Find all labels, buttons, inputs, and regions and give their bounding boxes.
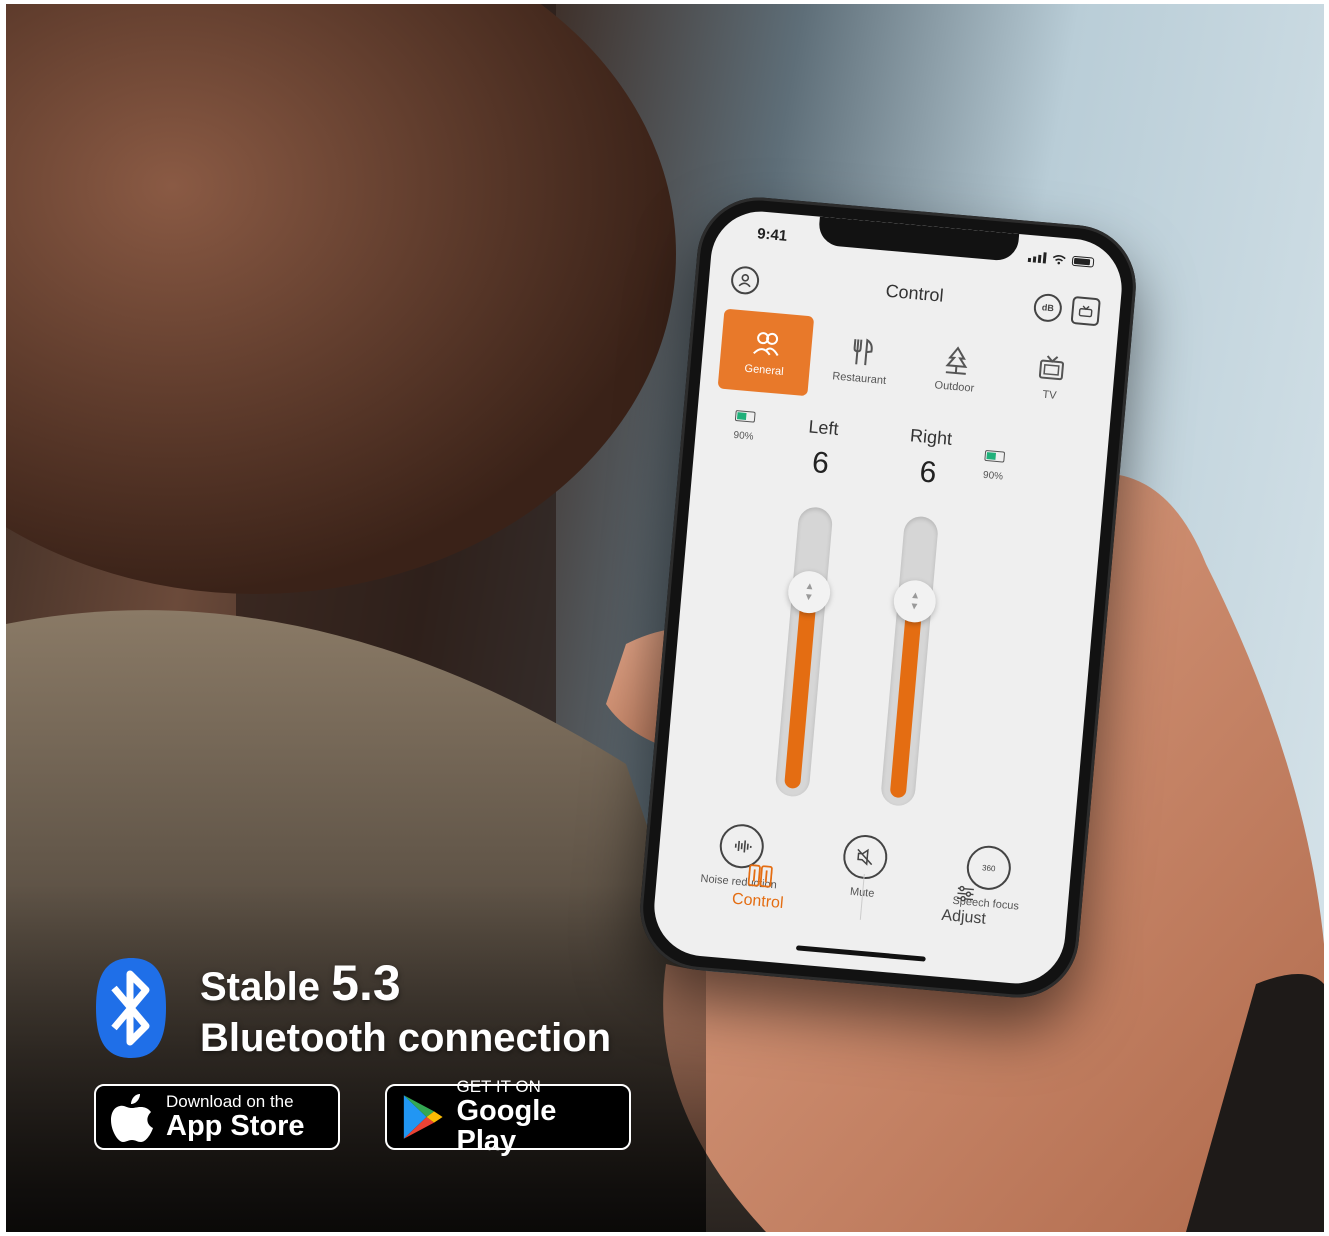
right-volume-slider[interactable]: ▲ ▼ xyxy=(879,515,940,808)
right-slider-fill xyxy=(889,600,923,799)
control-icon xyxy=(747,864,773,888)
left-slider-handle[interactable]: ▲ ▼ xyxy=(786,569,832,615)
headline-prefix: Stable xyxy=(200,965,332,1009)
mode-label: Restaurant xyxy=(831,370,887,387)
phone: 9:41 Control dB General Restaurant Outdo… xyxy=(635,192,1141,1003)
mode-label: TV xyxy=(1041,388,1058,402)
360-icon-text: 360 xyxy=(981,862,996,873)
left-volume-value: 6 xyxy=(810,445,831,481)
google-play-big: Google Play xyxy=(456,1095,557,1157)
mode-outdoor[interactable]: Outdoor xyxy=(908,325,1004,412)
headline-line2: Bluetooth connection xyxy=(200,1016,612,1060)
wifi-icon xyxy=(1052,254,1066,264)
mode-label: Outdoor xyxy=(934,379,975,395)
app-store-big: App Store xyxy=(166,1110,305,1142)
app-store-small: Download on the xyxy=(166,1092,294,1111)
bluetooth-version: 5.3 xyxy=(331,955,401,1011)
mode-label: General xyxy=(744,362,785,379)
tab-label: Adjust xyxy=(940,906,987,928)
google-play-small: GET IT ON xyxy=(456,1077,541,1096)
mode-tv[interactable]: TV xyxy=(1003,334,1099,421)
photo-scene: 9:41 Control dB General Restaurant Outdo… xyxy=(6,4,1324,1232)
battery-icon xyxy=(984,449,1006,463)
cellular-signal-icon xyxy=(1027,251,1047,264)
left-slider-fill xyxy=(784,591,818,790)
bluetooth-icon xyxy=(96,958,166,1058)
right-side: Right 6 xyxy=(882,423,977,494)
right-battery: 90% xyxy=(963,448,1025,484)
mode-general[interactable]: General xyxy=(717,308,814,397)
left-battery: 90% xyxy=(713,408,775,444)
home-indicator xyxy=(795,945,926,962)
mode-tabs: General Restaurant Outdoor TV xyxy=(717,308,1100,421)
left-volume-slider[interactable]: ▲ ▼ xyxy=(774,505,834,798)
apple-logo-icon xyxy=(111,1094,153,1142)
promo-headline: Stable 5.3 Bluetooth connection xyxy=(200,954,611,1061)
battery-icon xyxy=(734,410,756,423)
google-play-logo-icon xyxy=(403,1095,443,1139)
people-icon xyxy=(752,332,779,356)
sliders-icon xyxy=(957,885,975,902)
fork-knife-icon xyxy=(853,338,873,366)
left-label: Left xyxy=(807,416,840,440)
google-play-button[interactable]: GET IT ON Google Play xyxy=(385,1078,631,1156)
tree-icon xyxy=(945,346,968,375)
phone-battery-icon xyxy=(1071,255,1095,268)
right-battery-level: 90% xyxy=(982,469,1004,483)
status-time: 9:41 xyxy=(756,225,788,245)
tab-label: Control xyxy=(731,890,785,913)
right-label: Right xyxy=(909,425,953,449)
status-icons xyxy=(1027,251,1095,268)
left-battery-level: 90% xyxy=(733,429,754,443)
tv-connect-icon[interactable] xyxy=(1070,295,1101,327)
app-screen: 9:41 Control dB General Restaurant Outdo… xyxy=(650,207,1126,988)
left-side: Left 6 xyxy=(774,414,869,485)
right-volume-value: 6 xyxy=(918,455,938,490)
tv-icon xyxy=(1039,355,1065,381)
app-store-button[interactable]: Download on the App Store xyxy=(94,1084,340,1150)
mode-restaurant[interactable]: Restaurant xyxy=(813,317,909,404)
right-slider-handle[interactable]: ▲ ▼ xyxy=(892,578,938,625)
